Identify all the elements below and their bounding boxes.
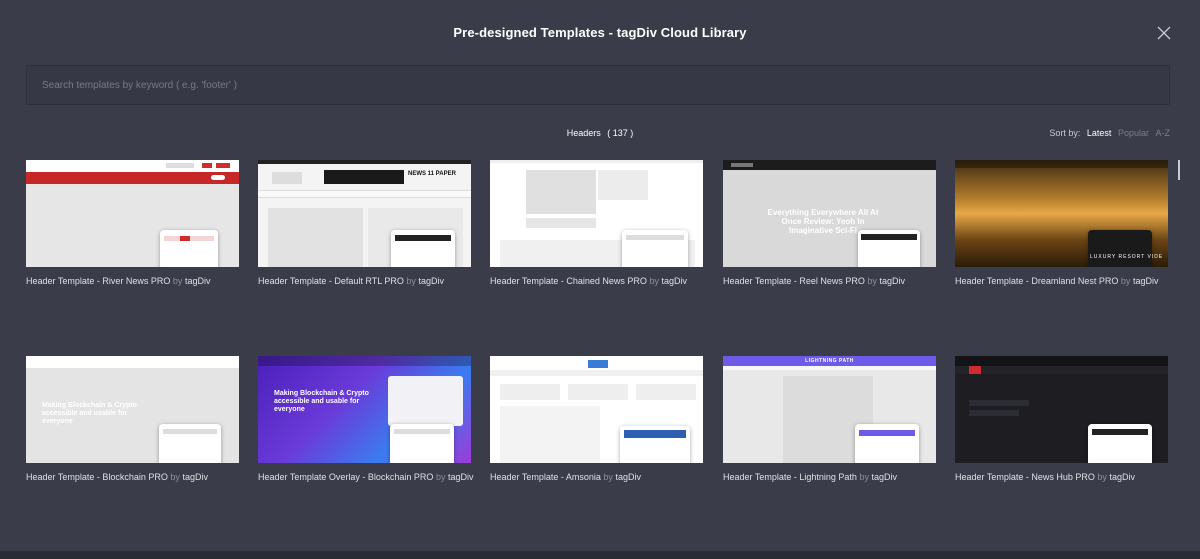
search-box	[26, 65, 1170, 105]
category-count: ( 137 )	[607, 128, 634, 138]
category-label: Headers	[566, 128, 601, 138]
template-card[interactable]: LUXURY RESORT VIDE Header Template - Dre…	[955, 160, 1168, 286]
template-thumbnail: Making Blockchain & Crypto accessible an…	[258, 356, 471, 463]
template-thumbnail: Everything Everywhere All At Once Review…	[723, 160, 936, 267]
template-title: Header Template - News Hub PRO by tagDiv	[955, 472, 1135, 482]
thumb-logo-text: NEWS 11 PAPER	[408, 171, 456, 177]
template-thumbnail	[490, 160, 703, 267]
template-card[interactable]: Header Template - Amsonia by tagDiv	[490, 356, 703, 482]
template-title: Header Template Overlay - Blockchain PRO…	[258, 472, 474, 482]
scrollbar-thumb[interactable]	[1178, 160, 1180, 180]
template-card[interactable]: Making Blockchain & Crypto accessible an…	[26, 356, 239, 482]
close-button[interactable]	[1157, 26, 1171, 40]
sort-label: Sort by:	[1049, 128, 1081, 138]
sort-option-latest[interactable]: Latest	[1087, 128, 1112, 138]
template-title: Header Template - Reel News PRO by tagDi…	[723, 276, 905, 286]
close-icon	[1157, 26, 1171, 40]
template-card[interactable]: LIGHTNING PATH Header Template - Lightni…	[723, 356, 936, 482]
template-thumbnail	[955, 356, 1168, 463]
template-title: Header Template - Chained News PRO by ta…	[490, 276, 687, 286]
template-card[interactable]: NEWS 11 PAPER Header Template - Default …	[258, 160, 471, 286]
template-card[interactable]: Making Blockchain & Crypto accessible an…	[258, 356, 474, 482]
modal-title: Pre-designed Templates - tagDiv Cloud Li…	[453, 25, 747, 40]
template-thumbnail: Making Blockchain & Crypto accessible an…	[26, 356, 239, 463]
template-thumbnail: LIGHTNING PATH	[723, 356, 936, 463]
template-card[interactable]: Header Template - River News PRO by tagD…	[26, 160, 239, 286]
sort-option-az[interactable]: A-Z	[1156, 128, 1171, 138]
template-title: Header Template - Dreamland Nest PRO by …	[955, 276, 1159, 286]
template-thumbnail	[26, 160, 239, 267]
thumb-headline: Making Blockchain & Crypto accessible an…	[274, 390, 369, 413]
thumb-headline: Making Blockchain & Crypto accessible an…	[42, 402, 137, 425]
sort-controls: Sort by: Latest Popular A-Z	[1045, 128, 1170, 138]
template-title: Header Template - Amsonia by tagDiv	[490, 472, 641, 482]
template-title: Header Template - Blockchain PRO by tagD…	[26, 472, 208, 482]
template-card[interactable]: Header Template - News Hub PRO by tagDiv	[955, 356, 1168, 482]
template-thumbnail: NEWS 11 PAPER	[258, 160, 471, 267]
template-thumbnail: LUXURY RESORT VIDE	[955, 160, 1168, 267]
template-title: Header Template - Lightning Path by tagD…	[723, 472, 897, 482]
template-card[interactable]: Header Template - Chained News PRO by ta…	[490, 160, 703, 286]
sort-option-popular[interactable]: Popular	[1118, 128, 1149, 138]
template-title: Header Template - River News PRO by tagD…	[26, 276, 211, 286]
template-thumbnail	[490, 356, 703, 463]
template-title: Header Template - Default RTL PRO by tag…	[258, 276, 444, 286]
template-card[interactable]: Everything Everywhere All At Once Review…	[723, 160, 936, 286]
search-input[interactable]	[27, 66, 1169, 104]
category-heading: Headers ( 137 )	[0, 128, 1200, 138]
thumb-caption: LUXURY RESORT VIDE	[1090, 254, 1164, 260]
thumb-logo-text: LIGHTNING PATH	[805, 358, 854, 364]
bottom-strip	[0, 551, 1200, 559]
